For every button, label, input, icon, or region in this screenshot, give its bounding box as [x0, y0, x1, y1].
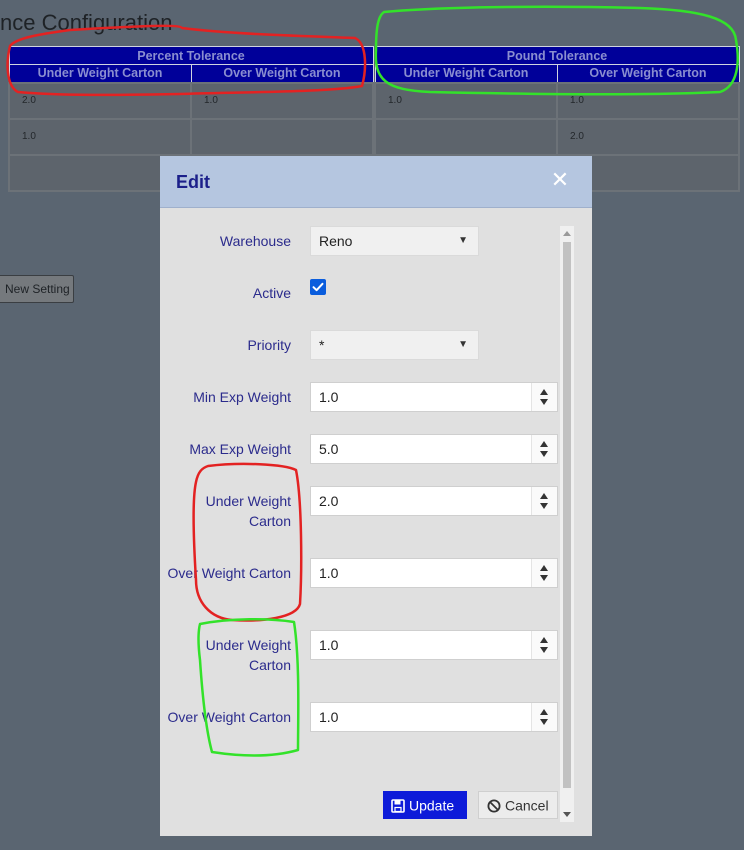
cancel-label: Cancel	[505, 797, 549, 814]
checkmark-icon	[312, 282, 324, 292]
lb-under-weight-input[interactable]: 1.0	[310, 630, 558, 660]
number-stepper[interactable]	[531, 383, 557, 411]
dialog-header: Edit ✕	[160, 156, 592, 208]
scroll-up-icon[interactable]	[563, 231, 571, 236]
update-button[interactable]: Update	[383, 791, 467, 819]
lb-over-weight-label: Over Weight Carton	[167, 709, 291, 725]
priority-label: Priority	[247, 337, 291, 353]
group-header-percent: Percent Tolerance	[8, 46, 374, 65]
chevron-down-icon: ▼	[458, 235, 468, 246]
lb-over-weight-value: 1.0	[319, 709, 339, 725]
table-cell: 2.0	[8, 81, 192, 120]
min-exp-weight-input[interactable]: 1.0	[310, 382, 558, 412]
priority-select[interactable]: * ▼	[310, 330, 479, 360]
spin-up-icon[interactable]	[540, 565, 548, 571]
table-cell: 2.0	[556, 117, 740, 156]
pct-over-weight-input[interactable]: 1.0	[310, 558, 558, 588]
max-exp-weight-value: 5.0	[319, 441, 339, 457]
ban-icon	[487, 799, 501, 813]
spin-up-icon[interactable]	[540, 441, 548, 447]
column-header[interactable]: Over Weight Carton	[190, 64, 374, 83]
spin-down-icon[interactable]	[540, 575, 548, 581]
active-label: Active	[252, 285, 291, 301]
min-exp-weight-label: Min Exp Weight	[193, 389, 291, 405]
edit-dialog: Edit ✕ Warehouse Reno ▼ Active Priority …	[160, 156, 592, 836]
dialog-scrollbar[interactable]	[560, 226, 574, 822]
number-stepper[interactable]	[531, 631, 557, 659]
column-header[interactable]: Over Weight Carton	[556, 64, 740, 83]
spin-down-icon[interactable]	[540, 647, 548, 653]
table-cell: 1.0	[190, 81, 374, 120]
spin-up-icon[interactable]	[540, 709, 548, 715]
active-checkbox[interactable]	[310, 279, 326, 295]
column-header[interactable]: Under Weight Carton	[8, 64, 192, 83]
lb-under-weight-label: Under Weight Carton	[205, 637, 291, 673]
cancel-button[interactable]: Cancel	[478, 791, 558, 819]
page-title: nce Configuration	[0, 10, 173, 35]
max-exp-weight-input[interactable]: 5.0	[310, 434, 558, 464]
chevron-down-icon: ▼	[458, 339, 468, 350]
pct-under-weight-value: 2.0	[319, 493, 339, 509]
group-header-pound: Pound Tolerance	[374, 46, 740, 65]
table-cell: 1.0	[8, 117, 192, 156]
pct-over-weight-value: 1.0	[319, 565, 339, 581]
number-stepper[interactable]	[531, 703, 557, 731]
number-stepper[interactable]	[531, 559, 557, 587]
dialog-title: Edit	[176, 172, 210, 192]
min-exp-weight-value: 1.0	[319, 389, 339, 405]
table-cell	[374, 117, 558, 156]
spin-up-icon[interactable]	[540, 493, 548, 499]
pct-under-weight-input[interactable]: 2.0	[310, 486, 558, 516]
spin-up-icon[interactable]	[540, 389, 548, 395]
table-row[interactable]: 2.0 1.0 1.0 1.0	[8, 81, 740, 120]
priority-value: *	[319, 337, 325, 353]
spin-down-icon[interactable]	[540, 451, 548, 457]
new-setting-button[interactable]: New Setting	[0, 275, 74, 303]
warehouse-label: Warehouse	[219, 233, 291, 249]
pct-over-weight-label: Over Weight Carton	[167, 565, 291, 581]
update-label: Update	[409, 797, 455, 814]
number-stepper[interactable]	[531, 487, 557, 515]
table-cell: 1.0	[556, 81, 740, 120]
spin-up-icon[interactable]	[540, 637, 548, 643]
column-header[interactable]: Under Weight Carton	[374, 64, 558, 83]
spin-down-icon[interactable]	[540, 719, 548, 725]
scrollbar-thumb[interactable]	[563, 242, 571, 788]
table-cell: 1.0	[374, 81, 558, 120]
floppy-disk-icon	[391, 798, 405, 813]
max-exp-weight-label: Max Exp Weight	[189, 441, 291, 457]
table-cell	[190, 117, 374, 156]
warehouse-value: Reno	[319, 233, 353, 249]
lb-under-weight-value: 1.0	[319, 637, 339, 653]
number-stepper[interactable]	[531, 435, 557, 463]
lb-over-weight-input[interactable]: 1.0	[310, 702, 558, 732]
spin-down-icon[interactable]	[540, 399, 548, 405]
spin-down-icon[interactable]	[540, 503, 548, 509]
scroll-down-icon[interactable]	[563, 812, 571, 817]
table-row[interactable]: 1.0 2.0	[8, 117, 740, 156]
warehouse-select[interactable]: Reno ▼	[310, 226, 479, 256]
close-icon[interactable]: ✕	[550, 169, 570, 193]
pct-under-weight-label: Under Weight Carton	[205, 493, 291, 529]
